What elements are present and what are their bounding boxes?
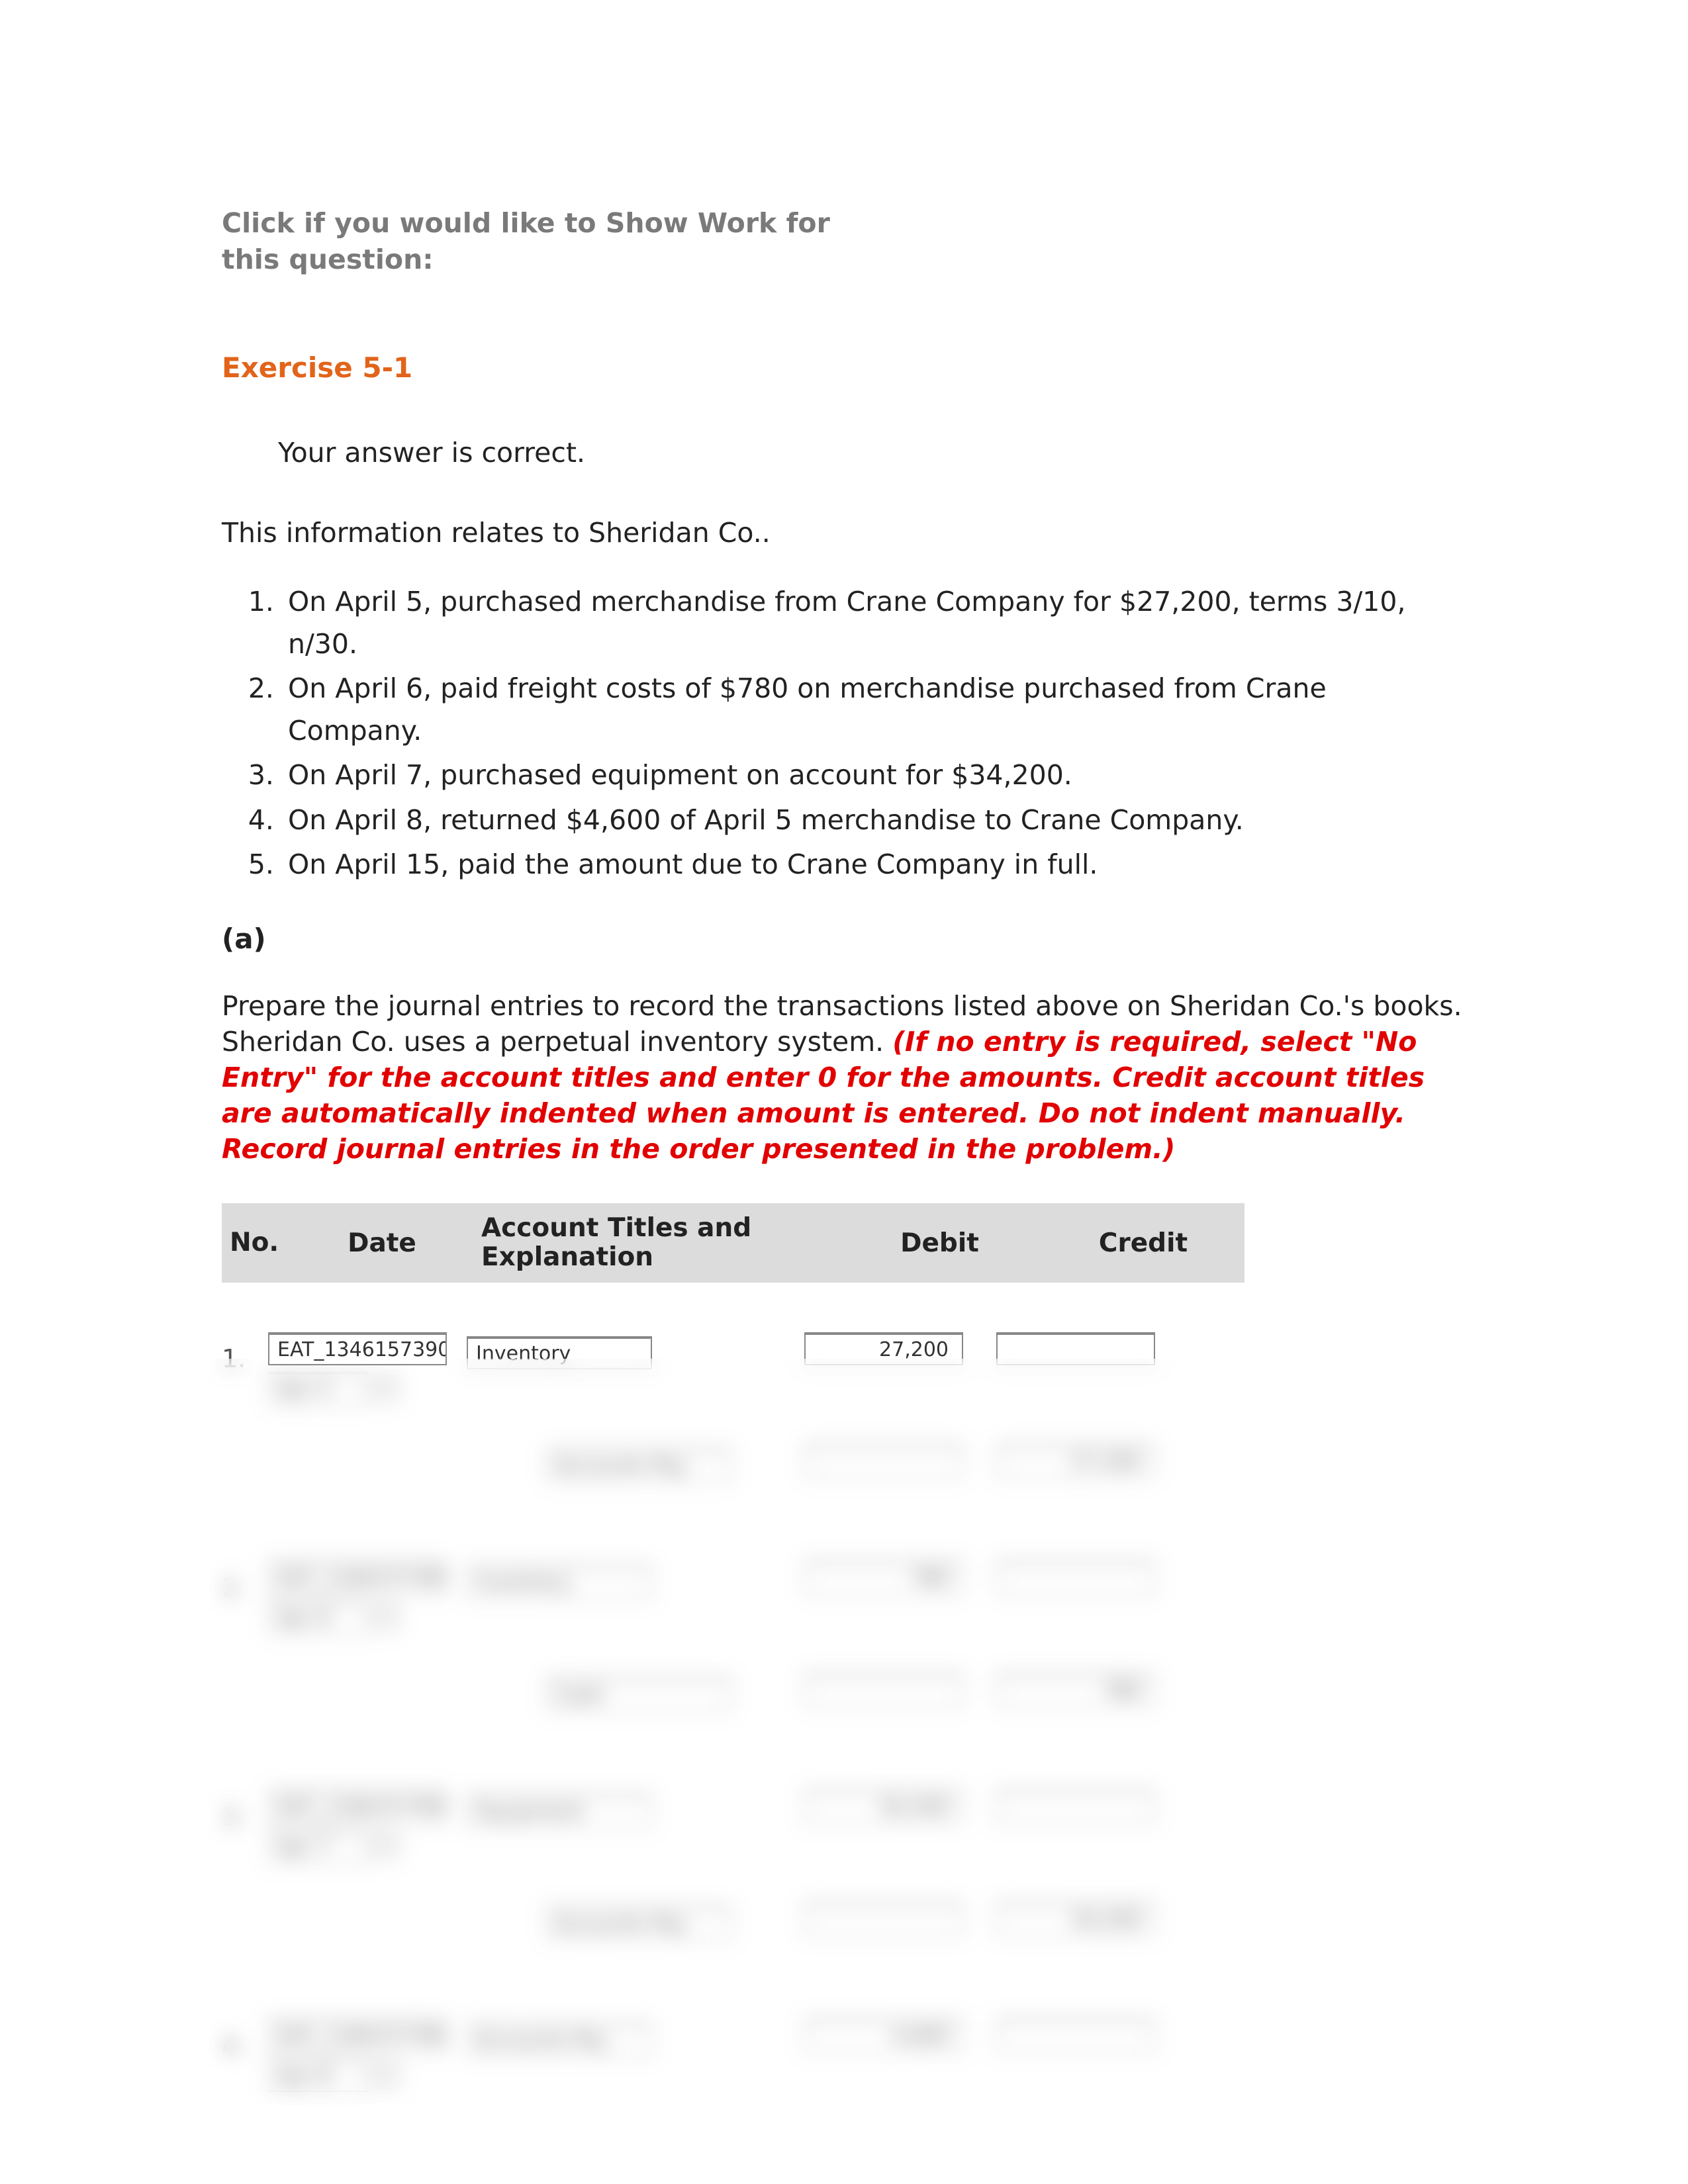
part-label: (a) bbox=[222, 923, 1466, 955]
debit-input[interactable] bbox=[804, 1903, 963, 1936]
debit-input[interactable] bbox=[804, 1445, 963, 1478]
credit-input[interactable] bbox=[996, 1561, 1155, 1594]
date-dropdown[interactable]: EAT_1346157390 bbox=[268, 1332, 447, 1365]
credit-input[interactable] bbox=[996, 1790, 1155, 1823]
journal-entries: 1. EAT_1346157390 Apr 5 Inventory 27,200 bbox=[222, 1332, 1307, 2092]
date-dropdown[interactable]: EAT_1346157390 bbox=[268, 1790, 447, 1823]
col-debit: Debit bbox=[829, 1228, 1051, 1258]
calendar-icon[interactable] bbox=[373, 1833, 399, 1860]
list-item: On April 5, purchased merchandise from C… bbox=[283, 581, 1466, 665]
date-dropdown[interactable]: EAT_1346157390 bbox=[268, 2019, 447, 2052]
list-item: On April 7, purchased equipment on accou… bbox=[283, 754, 1466, 797]
journal-header-row: No. Date Account Titles and Explanation … bbox=[222, 1203, 1244, 1283]
debit-input[interactable]: 780 bbox=[804, 1561, 963, 1594]
account-title-input[interactable]: Equipment bbox=[467, 1794, 652, 1827]
journal-entry: 3. EAT_1346157390 Apr 7 Equipment 34,200 bbox=[222, 1790, 1307, 1940]
entry-number: 4. bbox=[222, 2019, 268, 2060]
debit-input[interactable] bbox=[804, 1674, 963, 1707]
col-acct: Account Titles and Explanation bbox=[481, 1214, 829, 1273]
entry-number: 1. bbox=[222, 1332, 268, 1373]
page: Click if you would like to Show Work for… bbox=[0, 0, 1688, 2184]
date-input[interactable]: Apr 8 bbox=[268, 2059, 367, 2092]
debit-input[interactable]: 34,200 bbox=[804, 1790, 963, 1823]
account-title-input[interactable]: Inventory bbox=[467, 1336, 652, 1369]
date-input[interactable]: Apr 5 bbox=[268, 1372, 367, 1405]
entry-number: 2. bbox=[222, 1561, 268, 1602]
col-credit: Credit bbox=[1051, 1228, 1236, 1258]
credit-input[interactable]: 34,200 bbox=[996, 1903, 1155, 1936]
col-no: No. bbox=[222, 1230, 283, 1257]
debit-input[interactable]: 27,200 bbox=[804, 1332, 963, 1365]
credit-input[interactable]: 780 bbox=[996, 1674, 1155, 1707]
calendar-icon[interactable] bbox=[373, 1604, 399, 1631]
instructions: Prepare the journal entries to record th… bbox=[222, 988, 1466, 1167]
col-date: Date bbox=[283, 1228, 481, 1258]
journal-entry: 1. EAT_1346157390 Apr 5 Inventory 27,200 bbox=[222, 1332, 1307, 1482]
credit-input[interactable] bbox=[996, 2019, 1155, 2052]
entry-number: 3. bbox=[222, 1790, 268, 1831]
account-title-input[interactable]: Accounts Pay bbox=[546, 1449, 731, 1482]
account-title-input[interactable]: Inventory bbox=[467, 1565, 652, 1598]
list-item: On April 15, paid the amount due to Cran… bbox=[283, 844, 1466, 886]
list-item: On April 6, paid freight costs of $780 o… bbox=[283, 668, 1466, 752]
credit-input[interactable] bbox=[996, 1332, 1155, 1365]
date-input[interactable]: Apr 7 bbox=[268, 1830, 367, 1863]
intro-text: This information relates to Sheridan Co.… bbox=[222, 515, 1466, 551]
account-title-input[interactable]: Cash bbox=[546, 1678, 731, 1711]
journal-entry: 2. EAT_1346157390 Apr 6 Inventory 780 bbox=[222, 1561, 1307, 1711]
exercise-title: Exercise 5-1 bbox=[222, 351, 1466, 384]
list-item: On April 8, returned $4,600 of April 5 m… bbox=[283, 799, 1466, 842]
credit-input[interactable]: 27,200 bbox=[996, 1445, 1155, 1478]
transaction-list: On April 5, purchased merchandise from C… bbox=[222, 581, 1466, 886]
account-title-input[interactable]: Accounts Pay bbox=[546, 1907, 731, 1940]
date-dropdown[interactable]: EAT_1346157390 bbox=[268, 1561, 447, 1594]
show-work-prompt[interactable]: Click if you would like to Show Work for… bbox=[222, 205, 897, 279]
answer-correct-message: Your answer is correct. bbox=[278, 437, 1466, 469]
debit-input[interactable]: 4,600 bbox=[804, 2019, 963, 2052]
date-input[interactable]: Apr 6 bbox=[268, 1601, 367, 1634]
journal-entry: 4. EAT_1346157390 Apr 8 Accounts Pay 4,6… bbox=[222, 2019, 1307, 2092]
calendar-icon[interactable] bbox=[373, 2062, 399, 2089]
calendar-icon[interactable] bbox=[373, 1375, 399, 1402]
account-title-input[interactable]: Accounts Pay bbox=[467, 2023, 652, 2056]
